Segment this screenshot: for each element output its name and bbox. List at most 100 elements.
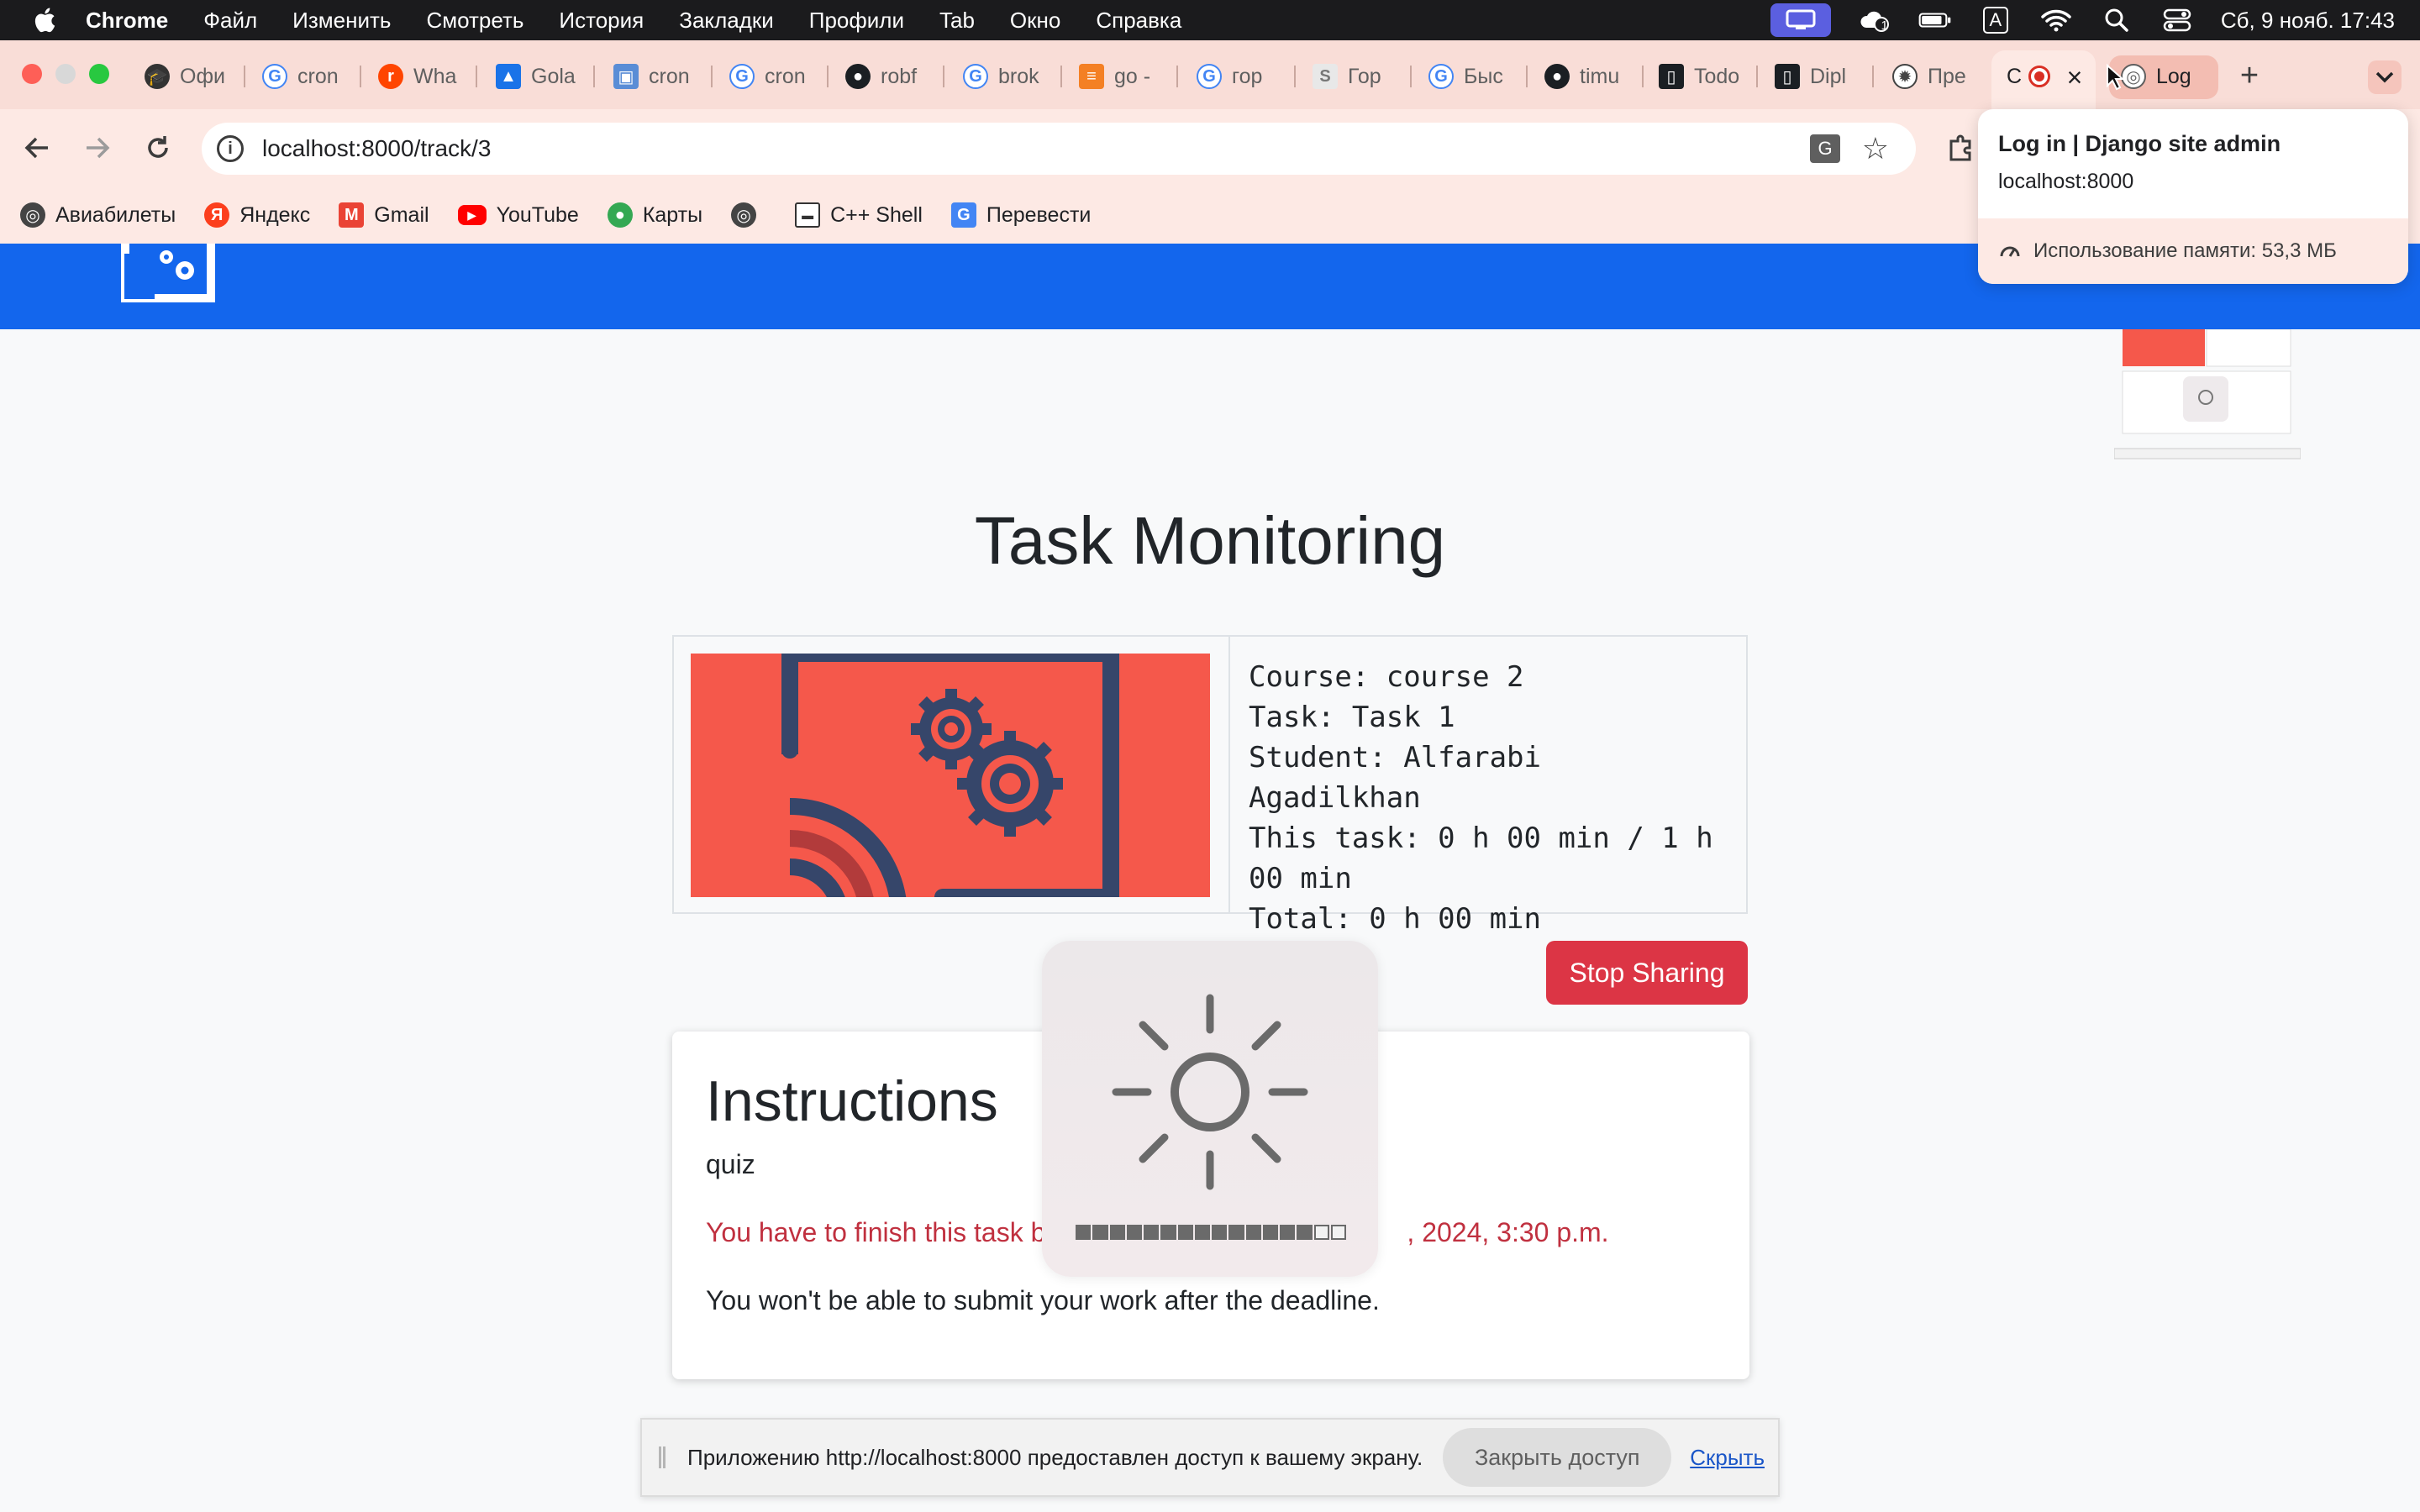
total-time-line: Total: 0 h 00 min xyxy=(1249,902,1541,936)
extensions-button[interactable] xyxy=(1944,131,1978,165)
bookmark-cpp-shell[interactable]: ▬ C++ Shell xyxy=(795,202,923,228)
address-bar[interactable]: i localhost:8000/track/3 G ☆ xyxy=(202,123,1916,175)
brightness-segment xyxy=(1160,1225,1176,1240)
tab-3[interactable]: r Wha xyxy=(378,57,462,96)
task-info-card: Course: course 2 Task: Task 1 Student: A… xyxy=(672,635,1748,936)
tab-6[interactable]: Gcron xyxy=(729,57,813,96)
brightness-segment xyxy=(1109,1225,1125,1240)
window-minimize-button[interactable] xyxy=(55,64,76,84)
bookmark-yandex[interactable]: Я Яндекс xyxy=(204,202,310,228)
forward-button[interactable] xyxy=(81,131,114,165)
hide-link[interactable]: Скрыть xyxy=(1690,1445,1765,1471)
window-zoom-button[interactable] xyxy=(89,64,109,84)
tab-15[interactable]: ▯ Dipl xyxy=(1775,57,1859,96)
maps-pin-icon: ● xyxy=(607,202,633,228)
tab-18-hovered[interactable]: ◎ Log xyxy=(2121,57,2213,96)
tab-2[interactable]: Gcron xyxy=(262,57,346,96)
drag-handle-icon[interactable] xyxy=(659,1446,666,1468)
menu-file[interactable]: Файл xyxy=(203,8,257,34)
deadline-text-start: You have to finish this task b xyxy=(706,1217,1046,1247)
bookmark-maps[interactable]: ● Карты xyxy=(607,202,703,228)
stop-sharing-button[interactable]: Stop Sharing xyxy=(1546,941,1748,1005)
trello-icon: ▯ xyxy=(1659,64,1684,89)
stop-access-button[interactable]: Закрыть доступ xyxy=(1443,1428,1672,1487)
back-button[interactable] xyxy=(20,131,54,165)
github-icon: ● xyxy=(1544,64,1570,89)
course-line: Course: course 2 xyxy=(1249,660,1524,694)
site-info-icon[interactable]: i xyxy=(217,135,244,162)
battery-icon[interactable] xyxy=(1918,8,1952,33)
tab-13[interactable]: ● timu xyxy=(1544,57,1628,96)
tab-12[interactable]: G Быс xyxy=(1428,57,1512,96)
input-source-icon[interactable]: A xyxy=(1979,7,2012,34)
hover-card-domain: localhost:8000 xyxy=(1998,170,2134,193)
menu-bar-clock[interactable]: Сб, 9 нояб. 17:43 xyxy=(2221,8,2395,34)
bookmark-globe[interactable]: ◎ xyxy=(731,202,766,228)
github-icon: ● xyxy=(845,64,871,89)
bookmark-star-icon[interactable]: ☆ xyxy=(1862,131,1889,166)
new-tab-button[interactable]: + xyxy=(2230,57,2269,96)
brightness-segment xyxy=(1144,1225,1160,1240)
bookmark-aviabilety[interactable]: ◎ Авиабилеты xyxy=(20,202,176,228)
tab-1[interactable]: 🎓 Офи xyxy=(145,57,229,96)
tab-label: Dipl xyxy=(1810,64,1847,88)
tab-separator xyxy=(1176,66,1178,87)
menu-bar-status-area: 1 A Сб, 9 нояб. 17:43 xyxy=(1770,0,2395,40)
tab-search-button[interactable] xyxy=(2368,60,2402,94)
tab-14[interactable]: ▯ Todo xyxy=(1659,57,1743,96)
tab-8[interactable]: Gbrok xyxy=(963,57,1047,96)
youtube-icon: ▶ xyxy=(457,205,487,225)
terminal-icon: ▬ xyxy=(795,202,821,228)
tab-separator xyxy=(827,66,829,87)
tab-4[interactable]: ▲ Gola xyxy=(496,57,580,96)
menu-window[interactable]: Окно xyxy=(1010,8,1060,34)
menu-view[interactable]: Смотреть xyxy=(426,8,523,34)
tab-16[interactable]: ✹ Пре xyxy=(1892,57,1976,96)
bookmark-label: Перевести xyxy=(986,202,1092,227)
menu-bookmarks[interactable]: Закладки xyxy=(679,8,774,34)
bookmark-gmail[interactable]: M Gmail xyxy=(339,202,429,228)
screen-sharing-indicator-icon[interactable] xyxy=(1770,3,1831,37)
trello-icon: ▯ xyxy=(1775,64,1800,89)
hover-card-title: Log in | Django site admin xyxy=(1998,131,2281,156)
address-url[interactable]: localhost:8000/track/3 xyxy=(262,135,491,162)
browser-tab-strip: 🎓 Офи Gcron r Wha ▲ Gola ▣ cron Gcron ● robf … xyxy=(0,40,2420,109)
tab-7[interactable]: ● robf xyxy=(845,57,929,96)
bookmark-youtube[interactable]: ▶ YouTube xyxy=(457,203,579,228)
menu-history[interactable]: История xyxy=(559,8,644,34)
tab-label: Log xyxy=(2156,64,2191,88)
bookmark-label: Карты xyxy=(642,202,703,227)
site-logo-gears-icon[interactable] xyxy=(121,244,215,302)
wifi-icon[interactable] xyxy=(2039,8,2073,33)
gmail-icon: M xyxy=(339,202,365,228)
notification-count: 1 xyxy=(1881,18,1888,33)
menu-tab[interactable]: Tab xyxy=(939,8,975,34)
tab-separator xyxy=(1410,66,1412,87)
bookmark-translate[interactable]: G Перевести xyxy=(950,202,1092,228)
menu-help[interactable]: Справка xyxy=(1096,8,1181,34)
apple-logo-icon[interactable] xyxy=(32,6,60,34)
menu-app-chrome[interactable]: Chrome xyxy=(86,8,168,34)
control-center-icon[interactable] xyxy=(2160,8,2194,33)
reload-icon xyxy=(148,136,168,158)
tab-label: go - xyxy=(1114,64,1151,88)
reload-button[interactable] xyxy=(141,131,175,165)
spotlight-search-icon[interactable] xyxy=(2100,8,2133,33)
translate-page-icon[interactable]: G xyxy=(1810,134,1840,163)
brightness-segment xyxy=(1280,1225,1296,1240)
tab-hover-card: Log in | Django site admin localhost:800… xyxy=(1978,109,2408,284)
share-message: Приложению http://localhost:8000 предост… xyxy=(687,1444,1423,1470)
tab-separator xyxy=(1294,66,1296,87)
tab-11[interactable]: S Гор xyxy=(1313,57,1397,96)
tab-10[interactable]: Gгор xyxy=(1197,57,1281,96)
brightness-segment xyxy=(1297,1225,1313,1240)
menu-profiles[interactable]: Профили xyxy=(809,8,904,34)
this-task-time-line-cont: 00 min xyxy=(1249,862,1352,895)
tab-9[interactable]: ≡ go - xyxy=(1079,57,1163,96)
window-close-button[interactable] xyxy=(22,64,42,84)
menu-edit[interactable]: Изменить xyxy=(292,8,391,34)
tab-close-icon[interactable]: × xyxy=(2062,60,2087,94)
brightness-segment xyxy=(1076,1225,1092,1240)
tab-5[interactable]: ▣ cron xyxy=(613,57,697,96)
notification-cloud-icon[interactable]: 1 xyxy=(1858,8,1891,33)
